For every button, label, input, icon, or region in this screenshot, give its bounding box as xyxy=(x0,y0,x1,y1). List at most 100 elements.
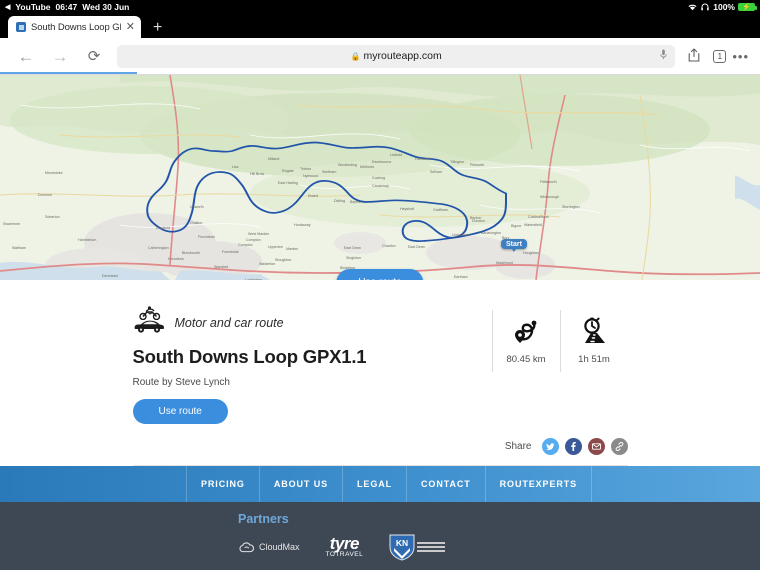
map-place-label: Barlavington xyxy=(481,231,501,235)
footer-nav-contact[interactable]: CONTACT xyxy=(406,466,485,502)
status-bar-right: 100% ⚡ xyxy=(687,2,757,12)
stat-duration-value: 1h 51m xyxy=(578,354,610,365)
map-place-label: Bignor xyxy=(511,224,522,228)
headphones-icon xyxy=(701,3,710,11)
map-place-label: Finchdean xyxy=(198,235,215,239)
map-place-label: Fittleworth xyxy=(540,180,557,184)
map-place-label: Clanfield xyxy=(156,226,170,230)
map-place-label: Heyshott xyxy=(400,207,415,211)
map-place-label: Milland xyxy=(268,157,280,161)
lock-icon: 🔒 xyxy=(350,51,361,61)
share-label: Share xyxy=(504,441,532,452)
map-place-label: Upwaltham xyxy=(452,233,470,237)
footer-nav-legal[interactable]: LEGAL xyxy=(342,466,406,502)
use-route-button[interactable]: Use route xyxy=(132,399,228,424)
forward-icon[interactable]: → xyxy=(43,48,77,65)
map-place-label: Eartham xyxy=(454,275,468,279)
map-place-label: Hambledon xyxy=(78,238,97,242)
car-icon xyxy=(134,320,164,333)
map-place-label: Easebourne xyxy=(372,160,392,164)
address-bar[interactable]: 🔒 myrouteapp.com xyxy=(117,44,676,68)
map-place-label: Droxford xyxy=(38,193,52,197)
route-info-wrap: Motor and car route South Downs Loop GPX… xyxy=(132,306,628,424)
map-place-label: Forestside xyxy=(222,250,239,254)
tab-count-button[interactable]: 1 xyxy=(713,49,727,63)
footer-nav-pricing[interactable]: PRICING xyxy=(186,466,259,502)
close-icon[interactable]: ✕ xyxy=(126,21,135,33)
ios-status-bar: ◀ YouTube 06:47 Wed 30 Jun 100% ⚡ xyxy=(0,0,760,14)
map-place-label: Houghton xyxy=(523,251,539,255)
kn-shield-icon: KN xyxy=(389,534,415,561)
more-options-icon[interactable]: ••• xyxy=(732,49,751,64)
map-place-label: Meonstoke xyxy=(45,171,63,175)
back-icon[interactable]: ← xyxy=(9,48,43,65)
map-place-label: Midhurst xyxy=(360,165,374,169)
kn-text-lines xyxy=(417,541,446,553)
map-place-label: Singleton xyxy=(346,256,361,260)
map-place-label: Trotton xyxy=(300,167,312,171)
map-place-label: Horndean xyxy=(168,257,184,261)
share-email-icon[interactable] xyxy=(587,438,605,455)
mic-icon[interactable] xyxy=(660,49,667,63)
partner-cloudmax[interactable]: CloudMax xyxy=(238,541,300,553)
map-place-label: Stansted xyxy=(214,265,229,269)
url-text: myrouteapp.com xyxy=(363,50,442,62)
map-place-label: Compton xyxy=(246,238,261,242)
partner-cloudmax-label: CloudMax xyxy=(259,542,300,552)
route-map[interactable]: Meonstoke Droxford Soberton Hambledon Swanmo… xyxy=(0,75,760,280)
share-icon[interactable] xyxy=(681,47,707,65)
map-place-label: Chalton xyxy=(190,221,203,225)
share-facebook-icon[interactable] xyxy=(564,438,582,455)
map-marker-start[interactable]: Start xyxy=(501,239,527,252)
map-place-label: Coldwaltham xyxy=(528,215,549,219)
back-to-app-arrow-icon[interactable]: ◀ xyxy=(5,4,10,11)
stat-distance: 80.45 km xyxy=(491,310,560,372)
map-place-label: Waltham xyxy=(12,246,27,250)
map-place-label: Stedham xyxy=(322,170,337,174)
map-place-label: Tillington xyxy=(450,160,465,164)
map-place-label: Upperton xyxy=(268,245,283,249)
map-place-label: Petworth xyxy=(470,163,485,167)
map-place-label: Graffham xyxy=(433,208,448,212)
partners-heading: Partners xyxy=(238,512,289,526)
map-place-label: Soberton xyxy=(45,215,60,219)
partner-kn[interactable]: KN xyxy=(389,534,446,561)
new-tab-icon[interactable]: + xyxy=(141,20,172,38)
share-link-icon[interactable] xyxy=(610,438,628,455)
footer-nav-about-us[interactable]: ABOUT US xyxy=(258,466,342,502)
site-footer: Partners CloudMax tyre TOTRAVEL KN xyxy=(0,502,760,570)
page-load-progress xyxy=(0,72,137,74)
route-stats: 80.45 km 1h 51m xyxy=(491,306,628,424)
battery-percent-label: 100% xyxy=(713,2,735,12)
footer-nav-routexperts[interactable]: ROUTEXPERTS xyxy=(484,466,593,502)
status-bar-left: ◀ YouTube 06:47 Wed 30 Jun xyxy=(5,2,129,12)
map-place-label: Nyewood xyxy=(303,174,318,178)
map-place-label: Swanmore xyxy=(3,222,21,226)
map-place-label: Elsted xyxy=(308,194,318,198)
stat-distance-value: 80.45 km xyxy=(506,354,546,365)
browser-tab[interactable]: South Downs Loop GPX1 ✕ xyxy=(8,16,141,38)
back-to-app-label[interactable]: YouTube xyxy=(15,2,50,12)
map-use-route-button[interactable]: Use route xyxy=(336,269,424,280)
partner-tyretotravel[interactable]: tyre TOTRAVEL xyxy=(326,535,364,559)
map-place-label: Compton xyxy=(238,243,253,247)
map-place-label: Lordington xyxy=(245,278,262,280)
status-bar-time: 06:47 xyxy=(55,2,78,12)
map-place-label: Charlton xyxy=(382,244,396,248)
vehicle-icons xyxy=(133,306,169,340)
route-distance-icon xyxy=(497,314,556,348)
stat-duration: 1h 51m xyxy=(559,310,628,372)
map-place-label: East Dean xyxy=(344,246,361,250)
reload-icon[interactable]: ⟳ xyxy=(77,47,111,65)
site-favicon xyxy=(16,22,26,32)
tab-title: South Downs Loop GPX1 xyxy=(31,21,121,33)
cloud-icon xyxy=(239,541,255,552)
map-place-label: Liss xyxy=(232,165,239,169)
wifi-icon xyxy=(687,3,698,11)
map-place-label: Bepton xyxy=(350,200,362,204)
share-twitter-icon[interactable] xyxy=(541,438,559,455)
map-place-label: Blendworth xyxy=(182,251,200,255)
map-place-label: Marden xyxy=(286,247,299,251)
map-place-label: Wisborough xyxy=(540,195,560,199)
url-text-wrap: 🔒 myrouteapp.com xyxy=(351,50,442,62)
